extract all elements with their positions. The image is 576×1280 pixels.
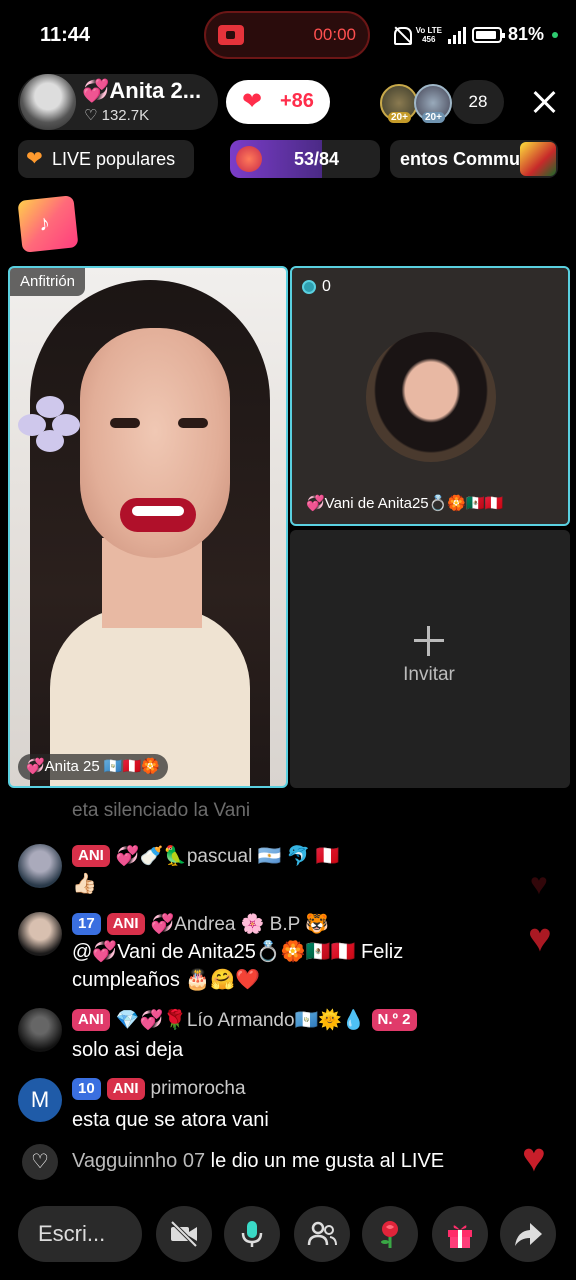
host-video-lips: [120, 498, 196, 532]
fan-badge: ANI: [106, 1078, 145, 1100]
user-avatar[interactable]: [18, 844, 62, 888]
host-name: 💞Anita 2...: [82, 78, 202, 103]
floating-heart-icon: ♥: [528, 916, 552, 960]
rank-badge: N.º 2: [371, 1009, 417, 1031]
heart-icon: ❤: [26, 148, 43, 170]
floating-heart-icon: ♥: [530, 868, 548, 901]
top-viewer-avatar[interactable]: 20+: [380, 84, 418, 123]
fan-badge: ANI: [72, 1009, 110, 1031]
guest-avatar[interactable]: [366, 332, 496, 462]
ranking-progress-chip[interactable]: 53/84: [230, 140, 380, 178]
heart-count: +86: [280, 90, 314, 112]
host-video-panel[interactable]: Anfitrión 💞Anita 25 🇬🇹🇵🇪🏵️: [8, 266, 288, 788]
guest-name: 💞Vani de Anita25💍🏵️🇲🇽🇵🇪: [306, 495, 504, 512]
camera-off-icon: [170, 1220, 198, 1248]
recording-time: 00:00: [313, 25, 356, 44]
level-badge: 17: [72, 913, 101, 935]
like-action: le dio un me gusta al LIVE: [210, 1150, 445, 1172]
close-icon[interactable]: [528, 86, 560, 118]
chat-username[interactable]: 💞🍼🦜pascual 🇦🇷 🐬 🇵🇪: [116, 844, 339, 868]
user-avatar[interactable]: M: [18, 1078, 62, 1122]
heart-outline-icon: ♡: [22, 1144, 58, 1180]
camera-off-button[interactable]: [156, 1206, 212, 1262]
viewer-count[interactable]: 28: [452, 80, 504, 124]
user-avatar[interactable]: [18, 912, 62, 956]
plus-icon: [414, 626, 444, 656]
host-avatar[interactable]: [20, 74, 76, 130]
like-event-row: ♡ Vagguinnho 07 le dio un me gusta al LI…: [18, 1136, 558, 1182]
guest-panel[interactable]: 0 💞Vani de Anita25💍🏵️🇲🇽🇵🇪: [290, 266, 570, 526]
chat-text: 👍🏻: [72, 873, 97, 895]
chat-message[interactable]: M 10 ANI primorocha esta que se atora va…: [18, 1078, 538, 1134]
top-viewers[interactable]: 20+ 20+: [380, 84, 452, 123]
battery-icon: [471, 26, 505, 43]
privacy-dot-icon: [552, 31, 558, 38]
microphone-icon: [241, 1221, 263, 1247]
chat-message[interactable]: 17 ANI 💞Andrea 🌸 B.P 🐯 @💞Vani de Anita25…: [18, 912, 538, 991]
fest-badge-icon: [520, 142, 556, 176]
signal-icon: [447, 26, 466, 44]
chat-username[interactable]: 💞Andrea 🌸 B.P 🐯: [151, 912, 329, 936]
host-video-eye: [178, 418, 208, 428]
chat-message[interactable]: ANI 💞🍼🦜pascual 🇦🇷 🐬 🇵🇪 👍🏻: [18, 844, 538, 895]
user-avatar[interactable]: [18, 1008, 62, 1052]
host-tag: Anfitrión: [10, 268, 86, 296]
screen-recording-indicator[interactable]: 00:00: [204, 11, 370, 59]
bottom-toolbar: Escri...: [0, 1202, 576, 1264]
chat-text: @💞Vani de Anita25💍🏵️🇲🇽🇵🇪 Feliz cumpleaño…: [72, 941, 404, 991]
events-chip[interactable]: entos Commu: [390, 140, 558, 178]
ranking-value: 53/84: [294, 149, 340, 169]
chat-username[interactable]: primorocha: [151, 1078, 246, 1100]
invite-label: Invitar: [403, 664, 455, 685]
host-like-count: ♡ 132.7K: [84, 107, 150, 124]
share-button[interactable]: [500, 1206, 556, 1262]
floating-heart-icon: ♥: [522, 1136, 546, 1180]
battery-level: 81%: [507, 24, 544, 44]
gift-button[interactable]: [432, 1206, 488, 1262]
chat-text: esta que se atora vani: [72, 1109, 269, 1131]
chat-message[interactable]: ANI 💎💞🌹Lío Armando🇬🇹🌞💧 N.º 2 solo asi de…: [18, 1008, 538, 1064]
ranking-icon: [236, 146, 262, 172]
rose-icon: [381, 1221, 398, 1248]
live-popular-chip[interactable]: ❤ LIVE populares: [18, 140, 194, 178]
guest-score: 0: [302, 278, 331, 296]
chat-feed[interactable]: eta silenciado la Vani ANI 💞🍼🦜pascual 🇦🇷…: [0, 796, 576, 1186]
network-type: Vo LTE 456: [415, 25, 442, 44]
flower-hair-icon: [18, 396, 82, 456]
level-badge: 10: [72, 1078, 101, 1100]
like-username[interactable]: Vagguinnho 07: [72, 1150, 205, 1172]
record-camera-icon: [218, 25, 244, 45]
clock: 11:44: [40, 24, 91, 46]
host-name-pill[interactable]: 💞Anita 25 🇬🇹🇵🇪🏵️: [18, 754, 168, 780]
gift-icon: [448, 1225, 472, 1248]
top-viewer-avatar[interactable]: 20+: [414, 84, 452, 123]
chat-text: solo asi deja: [72, 1039, 184, 1061]
share-arrow-icon: [515, 1223, 542, 1246]
mute-bell-icon: [392, 25, 412, 45]
treasure-box-icon[interactable]: [17, 195, 79, 253]
microphone-button[interactable]: [224, 1206, 280, 1262]
rose-gift-button[interactable]: [362, 1206, 418, 1262]
users-icon: [307, 1221, 337, 1246]
comment-input[interactable]: Escri...: [18, 1206, 142, 1262]
fan-badge: ANI: [106, 913, 145, 935]
status-bar: 11:44 00:00 Vo LTE 456 81%: [0, 0, 576, 72]
host-video-eye: [110, 418, 140, 428]
heart-icon: ❤: [242, 88, 263, 115]
chat-username[interactable]: 💎💞🌹Lío Armando🇬🇹🌞💧: [116, 1008, 366, 1032]
fan-badge: ANI: [72, 845, 110, 867]
multi-guest-button[interactable]: [294, 1206, 350, 1262]
host-profile-pill[interactable]: 💞Anita 2... ♡ 132.7K: [18, 74, 218, 130]
system-icons: Vo LTE 456 81%: [392, 24, 558, 45]
score-icon: [302, 280, 316, 294]
invite-slot[interactable]: Invitar: [290, 530, 570, 788]
like-heart-button[interactable]: ❤ +86: [226, 80, 330, 124]
faded-chat-message: eta silenciado la Vani: [72, 800, 251, 821]
